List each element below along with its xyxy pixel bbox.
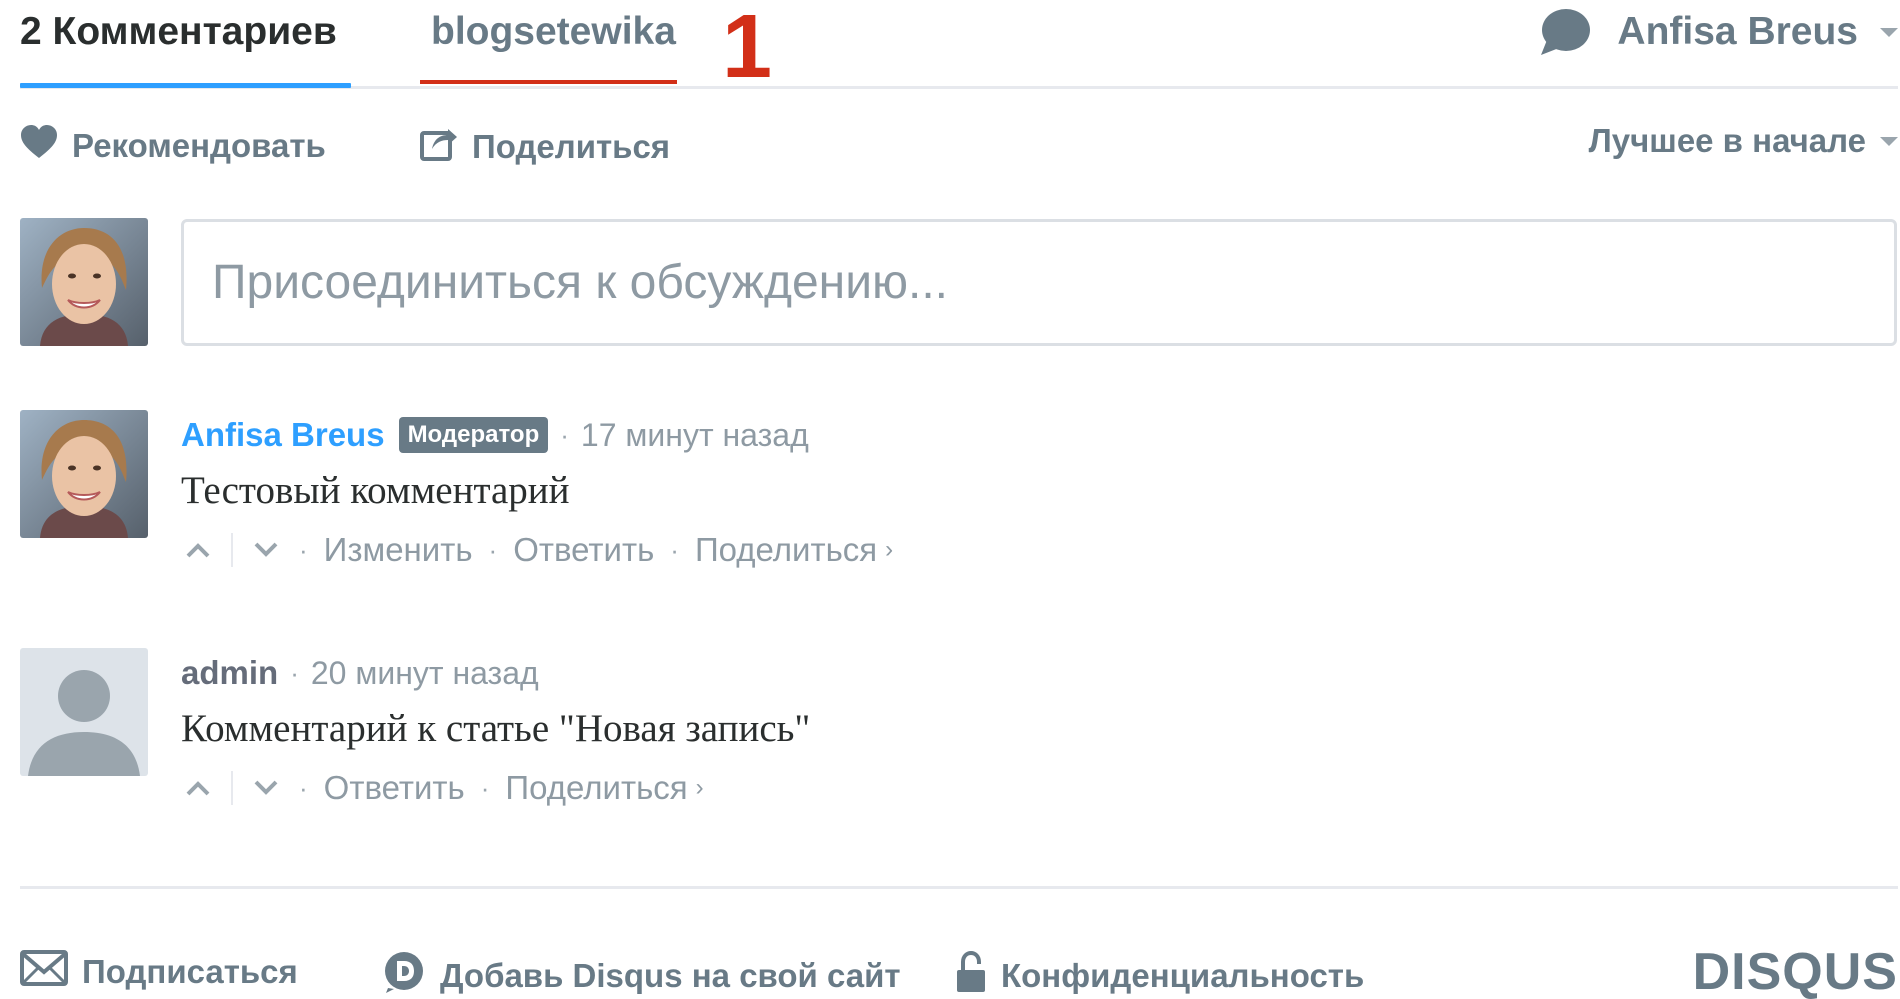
mail-icon (20, 950, 68, 994)
recommend-label: Рекомендовать (72, 127, 326, 164)
comment-time[interactable]: 17 минут назад (581, 417, 809, 454)
thread-actions: Рекомендовать Поделиться Лучшее в начале (20, 122, 1898, 175)
chevron-up-icon (186, 543, 210, 558)
footer: Подписаться Добавь Disqus на свой сайт К… (20, 943, 1898, 999)
heart-icon (20, 125, 58, 167)
add-disqus-link[interactable]: Добавь Disqus на свой сайт (382, 950, 901, 999)
sort-dropdown[interactable]: Лучшее в начале (1589, 122, 1898, 160)
recommend-button[interactable]: Рекомендовать (20, 125, 326, 167)
comment-text: Тестовый комментарий (181, 469, 570, 512)
user-name: Anfisa Breus (1617, 10, 1858, 53)
edit-link[interactable]: Изменить (324, 531, 473, 569)
chevron-down-icon (254, 780, 278, 795)
comment-body: admin · 20 минут назад Комментарий к ста… (181, 648, 810, 810)
avatar[interactable] (20, 648, 148, 776)
vote-divider (231, 533, 233, 567)
comment-footer: · Изменить · Ответить · Поделиться › (181, 528, 893, 572)
comment-input[interactable] (212, 255, 1866, 310)
chat-bubble-icon (1539, 8, 1591, 56)
chevron-down-icon (254, 542, 278, 557)
separator-dot: · (290, 657, 299, 688)
separator-dot: · (560, 419, 569, 450)
moderator-badge: Модератор (398, 417, 549, 453)
privacy-link[interactable]: Конфиденциальность (955, 950, 1364, 999)
compose-box[interactable] (181, 219, 1897, 346)
share-icon (420, 125, 458, 169)
separator-dot: · (480, 772, 490, 803)
avatar[interactable] (20, 410, 148, 538)
downvote-button[interactable] (249, 533, 283, 567)
tab-comments[interactable]: 2 Комментариев (20, 10, 337, 54)
chevron-right-icon: › (885, 536, 894, 563)
annotation-underline (420, 80, 677, 84)
separator-dot: · (299, 534, 308, 565)
privacy-label: Конфиденциальность (1001, 957, 1365, 994)
top-nav: 2 Комментариев blogsetewika 1 Anfisa Bre… (20, 0, 1898, 97)
annotation-number: 1 (722, 0, 773, 97)
active-tab-indicator (20, 83, 351, 88)
disqus-d-icon (382, 950, 426, 999)
comment-author[interactable]: Anfisa Breus (181, 416, 385, 454)
chevron-down-icon (1880, 136, 1898, 146)
comment-footer: · Ответить · Поделиться › (181, 766, 810, 810)
lock-icon (955, 950, 987, 999)
disqus-logo[interactable]: DISQUS (1693, 942, 1898, 999)
comment-body: Anfisa Breus Модератор · 17 минут назад … (181, 410, 893, 572)
separator-dot: · (299, 772, 308, 803)
tab-forum[interactable]: blogsetewika (431, 10, 676, 54)
comment-text: Комментарий к статье "Новая запись" (181, 707, 811, 750)
separator-dot: · (488, 534, 498, 565)
vote-divider (231, 771, 233, 805)
share-button[interactable]: Поделиться (420, 125, 670, 169)
reply-link[interactable]: Ответить (513, 531, 654, 569)
chevron-right-icon: › (695, 774, 704, 801)
separator-dot: · (670, 534, 679, 565)
comment-time[interactable]: 20 минут назад (311, 655, 539, 692)
chevron-down-icon (1880, 27, 1898, 37)
subscribe-label: Подписаться (82, 953, 298, 990)
share-label: Поделиться (472, 128, 671, 165)
upvote-button[interactable] (181, 533, 215, 567)
sort-label: Лучшее в начале (1588, 122, 1866, 159)
upvote-button[interactable] (181, 771, 215, 805)
share-link[interactable]: Поделиться (505, 769, 687, 807)
reply-link[interactable]: Ответить (324, 769, 465, 807)
comment-meta: Anfisa Breus Модератор · 17 минут назад (181, 410, 893, 460)
comment-meta: admin · 20 минут назад (181, 648, 810, 698)
comment-author[interactable]: admin (181, 654, 278, 692)
add-disqus-label: Добавь Disqus на свой сайт (440, 957, 901, 994)
subscribe-link[interactable]: Подписаться (20, 950, 298, 994)
chevron-up-icon (186, 781, 210, 796)
share-link[interactable]: Поделиться (695, 531, 877, 569)
downvote-button[interactable] (249, 771, 283, 805)
footer-divider (20, 886, 1898, 889)
user-menu[interactable]: Anfisa Breus (1539, 8, 1898, 56)
current-user-avatar[interactable] (20, 218, 148, 346)
